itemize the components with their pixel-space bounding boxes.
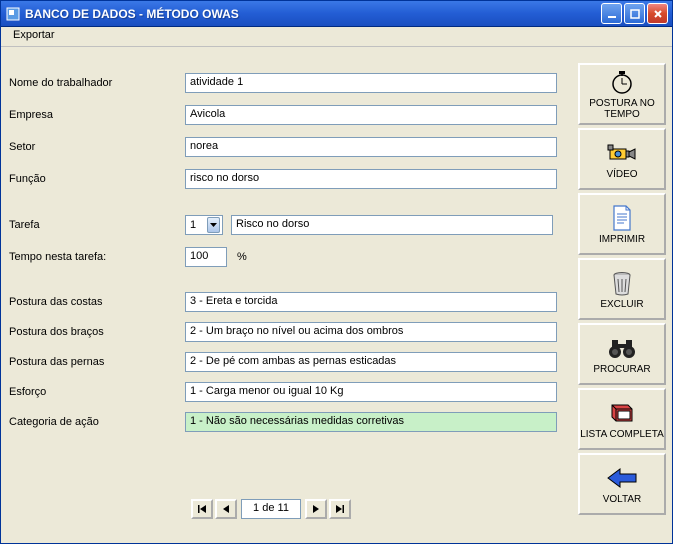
menu-exportar[interactable]: Exportar [7,27,61,43]
camera-icon [606,139,638,167]
field-tarefa-desc[interactable]: Risco no dorso [231,215,553,235]
procurar-label: PROCURAR [593,364,650,375]
video-button[interactable]: VÍDEO [578,128,666,190]
book-icon [606,399,638,427]
field-nome-trabalhador[interactable]: atividade 1 [185,73,557,93]
app-icon [5,6,21,22]
record-pager: 1 de 11 [191,499,351,519]
document-icon [606,204,638,232]
chevron-down-icon [207,217,220,233]
label-nome-trabalhador: Nome do trabalhador [9,77,185,89]
voltar-button[interactable]: VOLTAR [578,453,666,515]
window-controls [601,3,668,24]
video-label: VÍDEO [606,169,637,180]
label-postura-bracos: Postura dos braços [9,326,185,338]
imprimir-button[interactable]: IMPRIMIR [578,193,666,255]
field-tempo-tarefa[interactable]: 100 [185,247,227,267]
procurar-button[interactable]: PROCURAR [578,323,666,385]
label-funcao: Função [9,173,185,185]
imprimir-label: IMPRIMIR [599,234,645,245]
lista-completa-label: LISTA COMPLETA [580,429,664,440]
binoculars-icon [606,334,638,362]
field-setor[interactable]: norea [185,137,557,157]
label-setor: Setor [9,141,185,153]
field-postura-pernas[interactable]: 2 - De pé com ambas as pernas esticadas [185,352,557,372]
close-button[interactable] [647,3,668,24]
label-percent: % [237,251,247,263]
menubar: Exportar [1,27,672,47]
label-postura-costas: Postura das costas [9,296,185,308]
pager-next-button[interactable] [305,499,327,519]
field-empresa[interactable]: Avicola [185,105,557,125]
sidebar: POSTURA NO TEMPO VÍDEO IMPRIMIR EXCLUIR [578,63,666,518]
field-postura-bracos[interactable]: 2 - Um braço no nível ou acima dos ombro… [185,322,557,342]
postura-tempo-button[interactable]: POSTURA NO TEMPO [578,63,666,125]
excluir-button[interactable]: EXCLUIR [578,258,666,320]
form-area: Nome do trabalhador atividade 1 Empresa … [9,67,569,437]
field-esforco[interactable]: 1 - Carga menor ou igual 10 Kg [185,382,557,402]
trash-icon [606,269,638,297]
field-postura-costas[interactable]: 3 - Ereta e torcida [185,292,557,312]
postura-tempo-label: POSTURA NO TEMPO [580,98,664,120]
field-funcao[interactable]: risco no dorso [185,169,557,189]
form-body: Nome do trabalhador atividade 1 Empresa … [1,47,672,543]
select-tarefa[interactable]: 1 [185,215,223,235]
stopwatch-icon [606,68,638,96]
label-esforco: Esforço [9,386,185,398]
window: BANCO DE DADOS - MÉTODO OWAS Exportar No… [0,0,673,544]
label-categoria-acao: Categoria de ação [9,416,185,428]
label-empresa: Empresa [9,109,185,121]
pager-prev-button[interactable] [215,499,237,519]
lista-completa-button[interactable]: LISTA COMPLETA [578,388,666,450]
label-tarefa: Tarefa [9,219,185,231]
label-postura-pernas: Postura das pernas [9,356,185,368]
label-tempo-tarefa: Tempo nesta tarefa: [9,251,185,263]
pager-last-button[interactable] [329,499,351,519]
pager-position[interactable]: 1 de 11 [241,499,301,519]
pager-first-button[interactable] [191,499,213,519]
back-arrow-icon [606,464,638,492]
select-tarefa-value: 1 [190,219,196,231]
excluir-label: EXCLUIR [600,299,643,310]
minimize-button[interactable] [601,3,622,24]
maximize-button[interactable] [624,3,645,24]
titlebar: BANCO DE DADOS - MÉTODO OWAS [1,1,672,27]
voltar-label: VOLTAR [603,494,642,505]
window-title: BANCO DE DADOS - MÉTODO OWAS [25,7,601,21]
field-categoria-acao[interactable]: 1 - Não são necessárias medidas corretiv… [185,412,557,432]
